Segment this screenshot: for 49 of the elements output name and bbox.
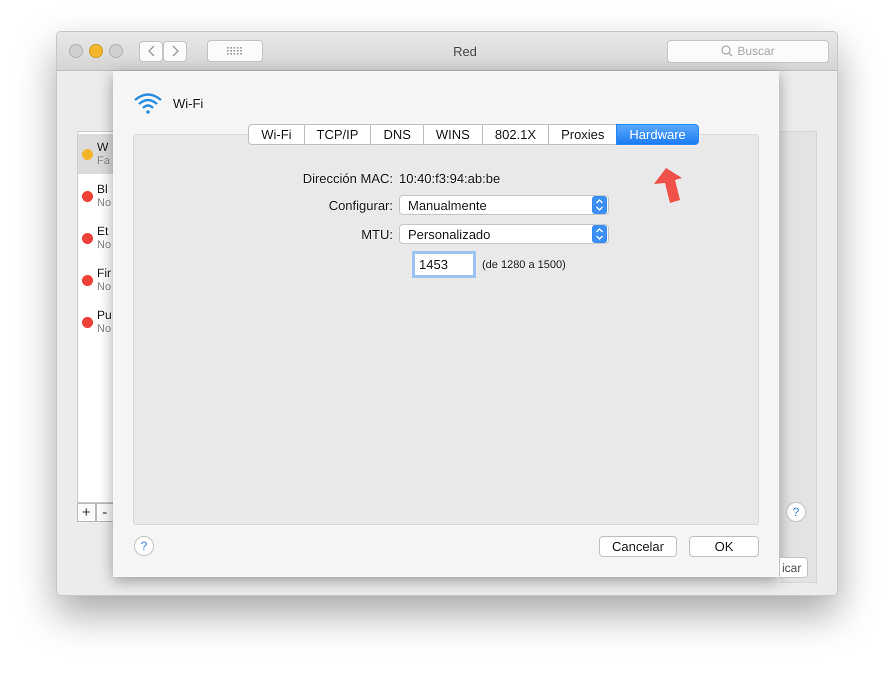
wifi-icon bbox=[133, 92, 163, 114]
search-icon bbox=[721, 45, 734, 57]
stepper-icon bbox=[592, 225, 607, 243]
service-name: W bbox=[97, 140, 110, 154]
sidebar-item[interactable]: W Fa bbox=[78, 134, 115, 174]
show-all-button[interactable] bbox=[207, 40, 263, 62]
stepper-icon bbox=[592, 196, 607, 214]
window-title: Red bbox=[452, 44, 478, 58]
ok-button[interactable]: OK bbox=[689, 536, 759, 556]
sidebar-item[interactable]: Bl No bbox=[78, 176, 115, 216]
back-button[interactable] bbox=[139, 40, 163, 62]
field-label: MTU: bbox=[360, 226, 393, 242]
tab[interactable]: Wi-Fi bbox=[248, 124, 305, 145]
service-name: Et bbox=[97, 224, 110, 238]
mac-address: 10:40:f3:94:ab:be bbox=[399, 171, 502, 186]
service-name: Bl bbox=[97, 182, 109, 196]
service-name: Pu bbox=[97, 308, 112, 322]
sidebar-item[interactable]: Fir No bbox=[78, 260, 115, 300]
mtu-field[interactable]: 1453 bbox=[414, 253, 474, 276]
service-name: Fir bbox=[97, 266, 112, 280]
range-hint: (de 1280 a 1500) bbox=[482, 258, 566, 270]
sidebar-item[interactable]: Pu No bbox=[78, 302, 115, 342]
service-status: No bbox=[97, 280, 112, 294]
minimize-button[interactable] bbox=[89, 44, 103, 58]
sidebar-item[interactable]: Et No bbox=[78, 218, 115, 258]
sheet-title: Wi-Fi bbox=[173, 96, 204, 110]
service-status: No bbox=[97, 322, 112, 336]
popup-menu[interactable]: Manualmente bbox=[399, 195, 609, 215]
tab[interactable]: 802.1X bbox=[482, 124, 550, 145]
add-button[interactable]: + bbox=[77, 503, 96, 522]
cancel-button[interactable]: Cancelar bbox=[598, 536, 677, 556]
help-button[interactable]: ? bbox=[134, 536, 154, 556]
grid-icon bbox=[227, 47, 243, 55]
apply-button[interactable]: icar bbox=[780, 557, 808, 578]
tab[interactable]: TCP/IP bbox=[304, 124, 372, 145]
forward-button[interactable] bbox=[163, 40, 187, 62]
close-button[interactable] bbox=[69, 44, 83, 58]
service-status: No bbox=[97, 238, 112, 252]
field-label: Configurar: bbox=[328, 198, 393, 212]
back-icon bbox=[148, 45, 154, 57]
tab[interactable]: Proxies bbox=[548, 124, 618, 145]
forward-icon bbox=[172, 45, 178, 57]
service-status: No bbox=[97, 196, 112, 210]
field-label: Dirección MAC: bbox=[302, 171, 393, 186]
popup-menu[interactable]: Personalizado bbox=[399, 224, 609, 244]
tab[interactable]: DNS bbox=[370, 124, 424, 145]
service-status: Fa bbox=[97, 154, 110, 168]
tab[interactable]: WINS bbox=[422, 124, 483, 145]
zoom-button[interactable] bbox=[109, 44, 123, 58]
